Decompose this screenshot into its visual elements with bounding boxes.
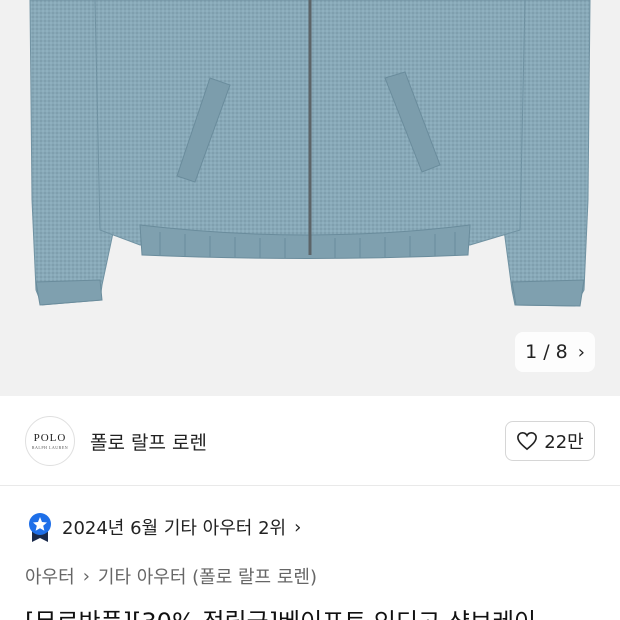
- brand-name[interactable]: 폴로 랄프 로렌: [90, 428, 207, 455]
- image-counter-current: 1: [525, 341, 538, 363]
- breadcrumb: 아우터 › 기타 아우터 (폴로 랄프 로렌): [25, 563, 317, 589]
- product-image-carousel[interactable]: 1 / 8 ›: [0, 0, 620, 396]
- brand-logo-subtext: RALPH LAUREN: [31, 445, 69, 450]
- chevron-right-icon: ›: [82, 565, 90, 587]
- brand-logo-text: POLO: [33, 432, 67, 444]
- heart-outline-icon: [517, 431, 538, 451]
- image-counter[interactable]: 1 / 8 ›: [515, 332, 595, 372]
- brand-logo[interactable]: POLO RALPH LAUREN: [25, 416, 75, 466]
- chevron-right-icon: ›: [577, 341, 585, 363]
- star-badge-icon: [29, 513, 51, 542]
- like-count: 22만: [544, 432, 584, 453]
- product-title: [무료반품][30% 적립금]베이포트 인디고 샴브레이: [25, 602, 536, 620]
- ranking-text: 2024년 6월 기타 아우터 2위: [62, 518, 287, 539]
- ranking-row[interactable]: 2024년 6월 기타 아우터 2위 ›: [28, 512, 301, 542]
- breadcrumb-item-outer[interactable]: 아우터: [25, 563, 75, 589]
- image-counter-separator: /: [543, 341, 550, 363]
- brand-like-button[interactable]: 22만: [505, 421, 595, 461]
- brand-row: POLO RALPH LAUREN 폴로 랄프 로렌 22만: [0, 396, 620, 486]
- breadcrumb-item-other-outer[interactable]: 기타 아우터 (폴로 랄프 로렌): [98, 563, 317, 589]
- chevron-right-icon: ›: [294, 516, 302, 538]
- image-counter-total: 8: [555, 341, 568, 363]
